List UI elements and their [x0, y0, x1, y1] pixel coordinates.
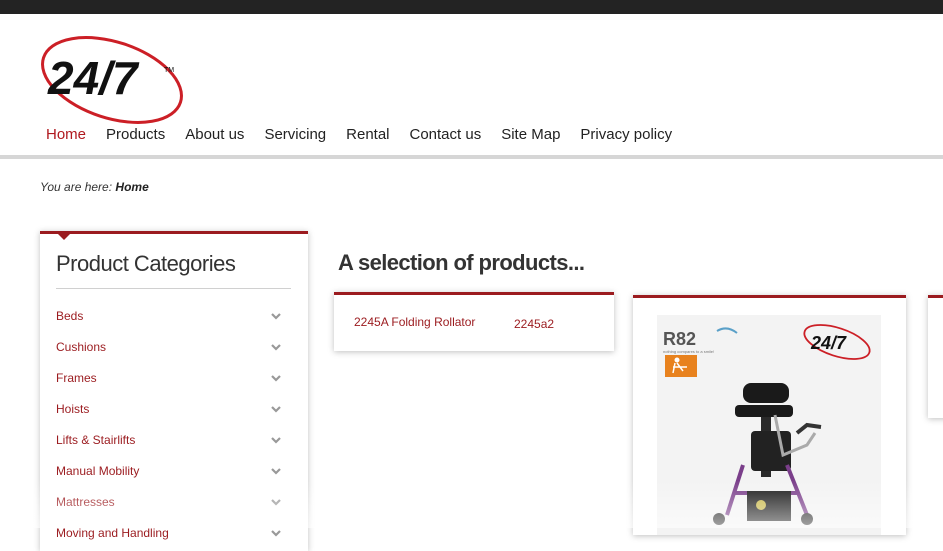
breadcrumb: You are here: Home [40, 180, 149, 194]
nav-underline [0, 155, 943, 159]
sidebar-title: Product Categories [56, 251, 236, 276]
breadcrumb-prefix: You are here: [40, 180, 113, 194]
category-label: Mattresses [56, 494, 115, 509]
category-label: Hoists [56, 401, 90, 416]
category-label: Beds [56, 308, 84, 323]
category-beds[interactable]: Beds [56, 300, 282, 331]
category-mattresses[interactable]: Mattresses [56, 486, 282, 517]
product-code[interactable]: 2245a2 [514, 317, 554, 331]
nav-products[interactable]: Products [96, 126, 175, 156]
svg-text:TM: TM [164, 67, 174, 74]
divider [56, 288, 291, 289]
panel-notch [58, 234, 70, 240]
nav-contact-us[interactable]: Contact us [400, 126, 492, 156]
category-cushions[interactable]: Cushions [56, 331, 282, 362]
top-bar [0, 0, 943, 14]
chevron-down-icon[interactable] [270, 527, 282, 539]
chevron-down-icon[interactable] [270, 403, 282, 415]
svg-text:24/7: 24/7 [810, 333, 847, 353]
category-moving-handling[interactable]: Moving and Handling [56, 517, 282, 548]
logo-graphic: 24/7 TM [41, 36, 183, 124]
category-manual-mobility[interactable]: Manual Mobility [56, 455, 282, 486]
chevron-down-icon[interactable] [270, 310, 282, 322]
breadcrumb-current[interactable]: Home [115, 180, 148, 194]
category-label: Cushions [56, 339, 107, 354]
main-nav: Home Products About us Servicing Rental … [36, 126, 682, 159]
nav-home[interactable]: Home [36, 126, 97, 159]
category-lifts-stairlifts[interactable]: Lifts & Stairlifts [56, 424, 282, 455]
product-card-partial[interactable] [928, 295, 943, 418]
nav-privacy-policy[interactable]: Privacy policy [570, 126, 682, 156]
nav-about-us[interactable]: About us [175, 126, 254, 156]
product-image[interactable]: R82 nothing compares to a smile! 24/7 [657, 315, 881, 535]
svg-text:24/7: 24/7 [47, 52, 140, 104]
section-title: A selection of products... [338, 250, 585, 275]
chevron-down-icon[interactable] [270, 434, 282, 446]
chevron-down-icon[interactable] [270, 372, 282, 384]
category-label: Manual Mobility [56, 463, 140, 478]
product-card-image[interactable]: R82 nothing compares to a smile! 24/7 [633, 295, 906, 535]
chevron-down-icon[interactable] [270, 341, 282, 353]
chevron-down-icon[interactable] [270, 496, 282, 508]
svg-text:nothing compares to a smile!: nothing compares to a smile! [663, 349, 714, 354]
product-photo: R82 nothing compares to a smile! 24/7 [657, 315, 881, 535]
category-hoists[interactable]: Hoists [56, 393, 282, 424]
nav-rental[interactable]: Rental [336, 126, 399, 156]
category-label: Frames [56, 370, 97, 385]
category-frames[interactable]: Frames [56, 362, 282, 393]
product-categories-panel: Product Categories Beds Cushions Frames … [40, 231, 308, 551]
nav-site-map[interactable]: Site Map [491, 126, 570, 156]
category-list: Beds Cushions Frames Hoists Lifts & Stai… [56, 300, 282, 548]
product-link[interactable]: 2245A Folding Rollator [354, 315, 475, 329]
site-logo[interactable]: 24/7 TM [38, 34, 190, 126]
chevron-down-icon[interactable] [270, 465, 282, 477]
svg-text:R82: R82 [663, 329, 696, 349]
product-card: 2245A Folding Rollator 2245a2 [334, 292, 614, 351]
nav-servicing[interactable]: Servicing [254, 126, 336, 156]
category-label: Lifts & Stairlifts [56, 432, 136, 447]
